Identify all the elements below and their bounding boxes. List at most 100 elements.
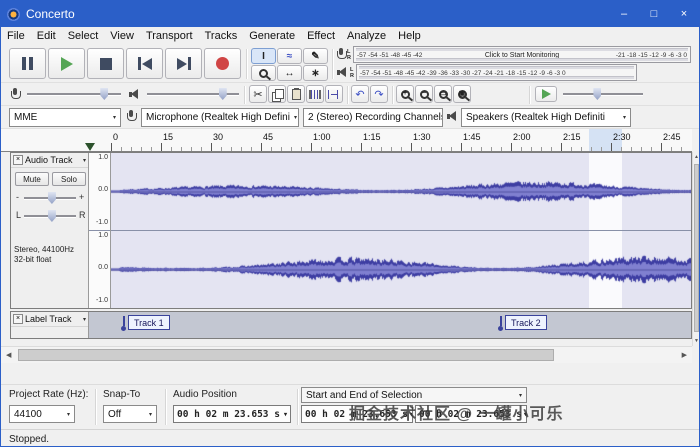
- playback-device-select[interactable]: Speakers (Realtek High Definiti ▾: [461, 108, 631, 127]
- recording-volume-thumb[interactable]: [100, 88, 109, 100]
- track-menu-arrow-icon[interactable]: ▾: [83, 316, 86, 323]
- undo-button[interactable]: ↶: [351, 85, 369, 103]
- envelope-tool-button[interactable]: ≈: [277, 48, 302, 64]
- timeshift-tool-button[interactable]: ↔: [277, 65, 302, 81]
- menu-effect[interactable]: Effect: [301, 27, 341, 45]
- scale-value: 0.0: [98, 264, 108, 271]
- gain-slider[interactable]: [24, 192, 76, 204]
- maximize-button[interactable]: □: [639, 1, 669, 27]
- recording-volume-slider[interactable]: [27, 88, 121, 100]
- minimize-button[interactable]: –: [609, 1, 639, 27]
- track-control-panel[interactable]: × Audio Track ▾ Mute Solo - + L R Stereo…: [11, 153, 89, 308]
- track-title[interactable]: Audio Track: [25, 155, 73, 165]
- copy-button[interactable]: [268, 85, 286, 103]
- waveform-right-channel[interactable]: [111, 231, 691, 308]
- selection-tool-button[interactable]: I: [251, 48, 276, 64]
- scroll-right-icon[interactable]: ▶: [682, 351, 687, 359]
- audio-position-field[interactable]: 00 h 02 m 23.653 s ▾: [173, 405, 291, 423]
- zoom-project-icon: ▣: [457, 89, 467, 99]
- recording-channels-select[interactable]: 2 (Stereo) Recording Channels▾: [303, 108, 443, 127]
- zoom-in-button[interactable]: +: [396, 85, 414, 103]
- solo-button[interactable]: Solo: [52, 172, 86, 186]
- close-track-button[interactable]: ×: [13, 155, 23, 165]
- track-menu-arrow-icon[interactable]: ▾: [83, 157, 86, 164]
- scroll-left-icon[interactable]: ◀: [6, 351, 11, 359]
- record-button[interactable]: [204, 48, 241, 79]
- stop-button[interactable]: [87, 48, 124, 79]
- multi-tool-button[interactable]: ∗: [303, 65, 328, 81]
- project-rate-select[interactable]: 44100 ▾: [9, 405, 75, 423]
- time-label: 1:30: [413, 132, 431, 142]
- zoom-out-button[interactable]: −: [415, 85, 433, 103]
- playback-volume-slider[interactable]: [147, 88, 239, 100]
- horizontal-scroll-thumb[interactable]: [18, 349, 554, 361]
- mute-button[interactable]: Mute: [15, 172, 49, 186]
- zoom-tool-button[interactable]: [251, 65, 276, 81]
- pan-slider[interactable]: [24, 210, 76, 222]
- paste-button[interactable]: [287, 85, 305, 103]
- selection-start-field[interactable]: 00 h 02 m 23.653 s ▾: [301, 405, 413, 423]
- recording-device-select[interactable]: Microphone (Realtek High Defini ▾: [141, 108, 299, 127]
- audio-host-select[interactable]: MME ▾: [9, 108, 121, 127]
- trim-audio-button[interactable]: [306, 85, 324, 103]
- silence-audio-button[interactable]: [325, 85, 343, 103]
- recording-meter-body[interactable]: -57 -54 -51 -48 -45 -42 -21 -18 -15 -12 …: [352, 46, 691, 63]
- timeline-ruler[interactable]: 0 15 30 45 1:00 1:15 1:30 1:45 2:00 2:15…: [1, 129, 692, 152]
- horizontal-scrollbar[interactable]: ◀ ▶: [1, 346, 692, 363]
- play-button[interactable]: [48, 48, 85, 79]
- play-at-speed-button[interactable]: [535, 86, 557, 102]
- label-track-title[interactable]: Label Track: [25, 314, 72, 324]
- menu-select[interactable]: Select: [62, 27, 105, 45]
- cut-button[interactable]: ✂: [249, 85, 267, 103]
- playback-volume-thumb[interactable]: [218, 88, 227, 100]
- status-bar: Stopped.: [1, 429, 699, 446]
- redo-button[interactable]: ↷: [370, 85, 388, 103]
- time-label: 2:15: [563, 132, 581, 142]
- pause-button[interactable]: [9, 48, 46, 79]
- menu-tracks[interactable]: Tracks: [199, 27, 244, 45]
- record-icon: [216, 57, 229, 70]
- label-marker-icon[interactable]: [121, 316, 126, 331]
- play-speed-slider[interactable]: [563, 88, 643, 100]
- skip-to-start-button[interactable]: [126, 48, 163, 79]
- playback-meter-body[interactable]: -57 -54 -51 -48 -45 -42 -39 -36 -33 -30 …: [355, 64, 637, 81]
- title-bar[interactable]: Concerto – □ ×: [1, 1, 699, 27]
- close-track-button[interactable]: ×: [13, 314, 23, 324]
- play-speed-thumb[interactable]: [593, 88, 602, 100]
- fit-project-button[interactable]: ▣: [453, 85, 471, 103]
- snap-to-select[interactable]: Off ▾: [103, 405, 157, 423]
- menu-edit[interactable]: Edit: [31, 27, 62, 45]
- menu-help[interactable]: Help: [392, 27, 427, 45]
- scale-left-channel: 1.0 0.0 -1.0: [89, 153, 110, 231]
- scroll-down-icon[interactable]: ▼: [694, 338, 699, 344]
- scroll-up-icon[interactable]: ▲: [694, 154, 699, 160]
- vertical-scrollbar[interactable]: ▲ ▼: [692, 152, 699, 346]
- vertical-scroll-thumb[interactable]: [694, 164, 699, 332]
- skip-to-end-button[interactable]: [165, 48, 202, 79]
- selection-mode-select[interactable]: Start and End of Selection ▾: [301, 387, 527, 403]
- pan-thumb[interactable]: [47, 210, 56, 222]
- fit-selection-button[interactable]: ▭: [434, 85, 452, 103]
- gain-thumb[interactable]: [47, 192, 56, 204]
- label-marker-icon[interactable]: [498, 316, 503, 331]
- label-lane[interactable]: Track 1 Track 2: [89, 312, 691, 338]
- scale-value: 0.0: [98, 186, 108, 193]
- close-button[interactable]: ×: [669, 1, 699, 27]
- menu-file[interactable]: File: [1, 27, 31, 45]
- playhead-pin-icon[interactable]: [85, 143, 95, 151]
- chevron-down-icon: ▾: [66, 411, 70, 418]
- playback-meter[interactable]: L R -57 -54 -51 -48 -45 -42 -39 -36 -33 …: [337, 64, 637, 81]
- selection-end-field[interactable]: 00 h 02 m 23.653 s ▾: [415, 405, 527, 423]
- label-text[interactable]: Track 1: [128, 315, 170, 330]
- label-text[interactable]: Track 2: [505, 315, 547, 330]
- recording-meter[interactable]: L R -57 -54 -51 -48 -45 -42 -21 -18 -15 …: [337, 46, 691, 63]
- label-track-control-panel[interactable]: × Label Track ▾: [11, 312, 89, 338]
- draw-tool-button[interactable]: ✎: [303, 48, 328, 64]
- menu-view[interactable]: View: [104, 27, 140, 45]
- waveform-left-channel[interactable]: [111, 153, 691, 230]
- toolbar-separator: [165, 389, 166, 425]
- menu-transport[interactable]: Transport: [140, 27, 199, 45]
- waveform-area[interactable]: [111, 153, 691, 308]
- menu-generate[interactable]: Generate: [243, 27, 301, 45]
- menu-analyze[interactable]: Analyze: [341, 27, 392, 45]
